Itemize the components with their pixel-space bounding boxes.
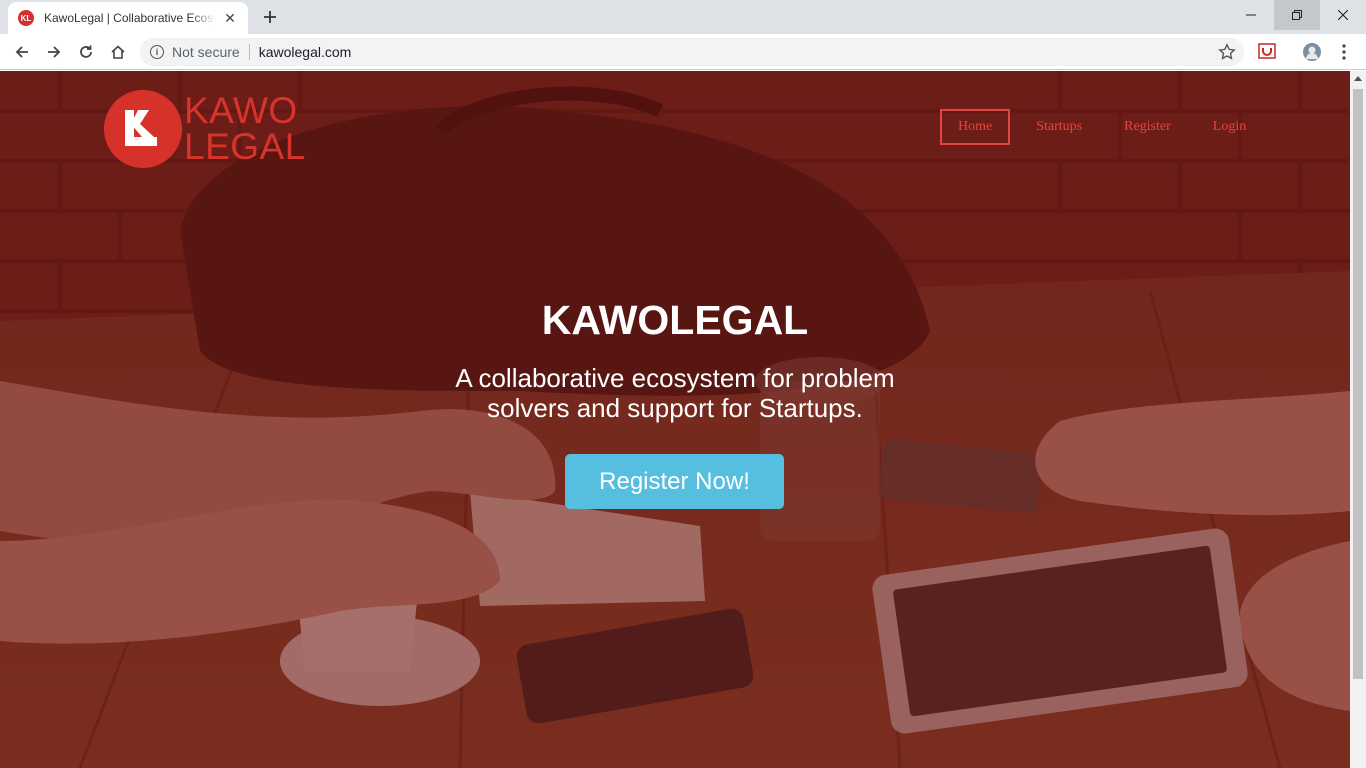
- web-page: KAWO LEGAL Home Startups Register Login …: [0, 71, 1350, 768]
- forward-arrow-icon: [48, 46, 61, 58]
- info-icon[interactable]: i: [150, 45, 164, 59]
- logo-mark-icon: [104, 90, 182, 168]
- tab-title: KawoLegal | Collaborative Ecosystem: [44, 11, 216, 25]
- new-tab-button[interactable]: [258, 6, 282, 28]
- extension-shield-icon[interactable]: [1258, 42, 1278, 62]
- nav-register[interactable]: Register: [1108, 111, 1187, 143]
- forward-button[interactable]: [42, 40, 66, 64]
- restore-button[interactable]: [1274, 0, 1320, 30]
- site-logo[interactable]: KAWO LEGAL: [104, 90, 306, 168]
- nav-login[interactable]: Login: [1197, 111, 1262, 143]
- home-icon: [111, 45, 125, 59]
- close-icon: [1338, 10, 1348, 20]
- address-divider: [248, 44, 250, 60]
- minimize-icon: [1246, 14, 1256, 16]
- restore-icon: [1292, 10, 1302, 20]
- register-now-button[interactable]: Register Now!: [565, 454, 784, 509]
- page-scrollbar[interactable]: [1350, 71, 1366, 768]
- scroll-thumb[interactable]: [1353, 89, 1363, 679]
- close-window-button[interactable]: [1320, 0, 1366, 30]
- profile-avatar-icon[interactable]: [1302, 42, 1322, 62]
- bookmark-star-icon[interactable]: [1218, 43, 1236, 61]
- back-arrow-icon: [15, 46, 28, 58]
- logo-line-1: KAWO: [184, 90, 298, 131]
- window-controls: [1228, 0, 1366, 30]
- back-button[interactable]: [10, 40, 34, 64]
- home-button[interactable]: [106, 40, 130, 64]
- nav-startups[interactable]: Startups: [1020, 111, 1098, 143]
- security-status: Not secure: [172, 44, 240, 60]
- minimize-button[interactable]: [1228, 0, 1274, 30]
- reload-icon: [80, 45, 92, 58]
- browser-menu-icon[interactable]: [1334, 42, 1354, 62]
- main-navigation: Home Startups Register Login: [940, 109, 1272, 145]
- logo-line-2: LEGAL: [184, 126, 306, 167]
- favicon-icon: KL: [18, 10, 34, 26]
- browser-tab[interactable]: KL KawoLegal | Collaborative Ecosystem ✕: [8, 2, 248, 34]
- address-bar[interactable]: i Not secure kawolegal.com: [140, 38, 1244, 66]
- nav-home[interactable]: Home: [940, 109, 1011, 145]
- hero-subtitle: A collaborative ecosystem for problem so…: [455, 363, 895, 423]
- scroll-up-icon[interactable]: [1354, 76, 1362, 81]
- browser-toolbar: i Not secure kawolegal.com: [0, 34, 1366, 70]
- hero-title: KAWOLEGAL: [541, 297, 809, 343]
- close-tab-icon[interactable]: ✕: [222, 10, 238, 26]
- plus-icon: [264, 11, 276, 23]
- url-text[interactable]: kawolegal.com: [259, 44, 352, 60]
- browser-tab-strip: KL KawoLegal | Collaborative Ecosystem ✕: [0, 0, 1366, 34]
- reload-button[interactable]: [74, 40, 98, 64]
- logo-wordmark: KAWO LEGAL: [184, 90, 306, 167]
